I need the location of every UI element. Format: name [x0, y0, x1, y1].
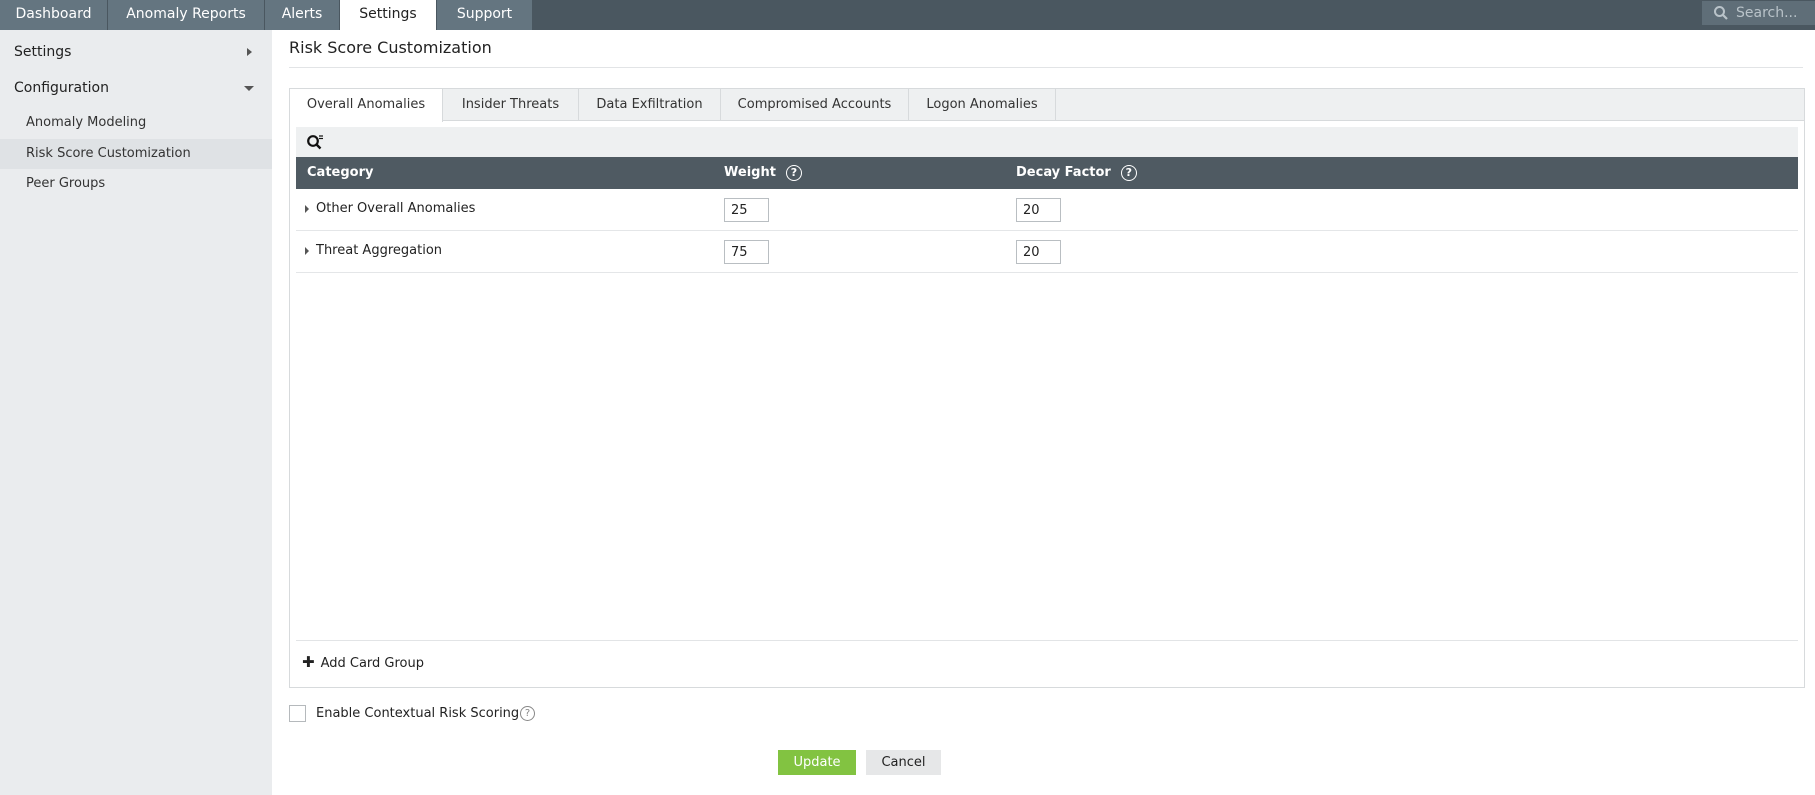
add-card-group-button[interactable]: ✚ Add Card Group — [302, 653, 424, 671]
table-filter-bar — [296, 127, 1798, 157]
row-category[interactable]: Threat Aggregation — [316, 231, 442, 271]
table-header: Category Weight? Decay Factor? — [296, 157, 1798, 189]
column-header-decay-label: Decay Factor — [1016, 165, 1111, 180]
page-title: Risk Score Customization — [289, 38, 492, 57]
search-placeholder: Search... — [1736, 5, 1798, 21]
filter-search-icon[interactable] — [306, 133, 324, 155]
cancel-button[interactable]: Cancel — [866, 750, 941, 775]
tab-logon-anomalies[interactable]: Logon Anomalies — [909, 89, 1056, 121]
search-icon — [1713, 5, 1729, 29]
nav-tab-support[interactable]: Support — [437, 0, 533, 30]
tab-insider-threats[interactable]: Insider Threats — [443, 89, 579, 121]
decay-factor-input[interactable] — [1016, 198, 1061, 222]
weight-input[interactable] — [724, 198, 769, 222]
column-header-decay-factor: Decay Factor? — [1016, 157, 1137, 189]
decay-factor-input[interactable] — [1016, 240, 1061, 264]
tab-compromised-accounts[interactable]: Compromised Accounts — [721, 89, 909, 121]
sidebar-section-label: Settings — [14, 44, 72, 60]
column-header-weight-label: Weight — [724, 165, 776, 180]
add-card-group-label: Add Card Group — [320, 656, 425, 671]
nav-tab-settings[interactable]: Settings — [340, 0, 437, 30]
search-input[interactable]: Search... — [1702, 1, 1815, 25]
top-navigation-bar: Dashboard Anomaly Reports Alerts Setting… — [0, 0, 1815, 30]
table-row: Threat Aggregation — [296, 231, 1798, 273]
expand-arrow-icon[interactable] — [305, 205, 309, 213]
sidebar-item-risk-score-customization[interactable]: Risk Score Customization — [0, 139, 272, 169]
tab-overall-anomalies[interactable]: Overall Anomalies — [290, 89, 443, 122]
tab-data-exfiltration[interactable]: Data Exfiltration — [579, 89, 721, 121]
row-category[interactable]: Other Overall Anomalies — [316, 189, 475, 229]
nav-tab-anomaly-reports[interactable]: Anomaly Reports — [108, 0, 265, 30]
help-icon[interactable]: ? — [1120, 164, 1137, 181]
nav-tab-alerts[interactable]: Alerts — [265, 0, 340, 30]
table-row: Other Overall Anomalies — [296, 189, 1798, 231]
chevron-right-icon — [247, 48, 252, 56]
contextual-risk-label: Enable Contextual Risk Scoring — [316, 706, 520, 721]
weight-input[interactable] — [724, 240, 769, 264]
nav-tab-dashboard[interactable]: Dashboard — [0, 0, 108, 30]
sidebar-section-label: Configuration — [14, 80, 109, 96]
expand-arrow-icon[interactable] — [305, 247, 309, 255]
contextual-risk-checkbox[interactable] — [289, 705, 306, 722]
sidebar: Settings Configuration Anomaly Modeling … — [0, 30, 272, 795]
sidebar-section-settings[interactable]: Settings — [0, 37, 272, 67]
risk-score-panel: Overall Anomalies Insider Threats Data E… — [289, 88, 1805, 688]
plus-icon: ✚ — [302, 653, 315, 671]
title-divider — [289, 67, 1803, 68]
column-header-weight: Weight? — [724, 157, 802, 189]
category-tabs: Overall Anomalies Insider Threats Data E… — [290, 89, 1804, 122]
sidebar-section-configuration[interactable]: Configuration — [0, 73, 272, 103]
sidebar-item-anomaly-modeling[interactable]: Anomaly Modeling — [0, 108, 272, 138]
panel-footer-divider — [296, 640, 1798, 641]
chevron-down-icon — [244, 86, 254, 91]
column-header-category: Category — [307, 165, 374, 180]
help-icon[interactable]: ? — [785, 164, 802, 181]
help-icon[interactable]: ? — [520, 706, 535, 721]
sidebar-item-peer-groups[interactable]: Peer Groups — [0, 169, 272, 199]
update-button[interactable]: Update — [778, 750, 856, 775]
